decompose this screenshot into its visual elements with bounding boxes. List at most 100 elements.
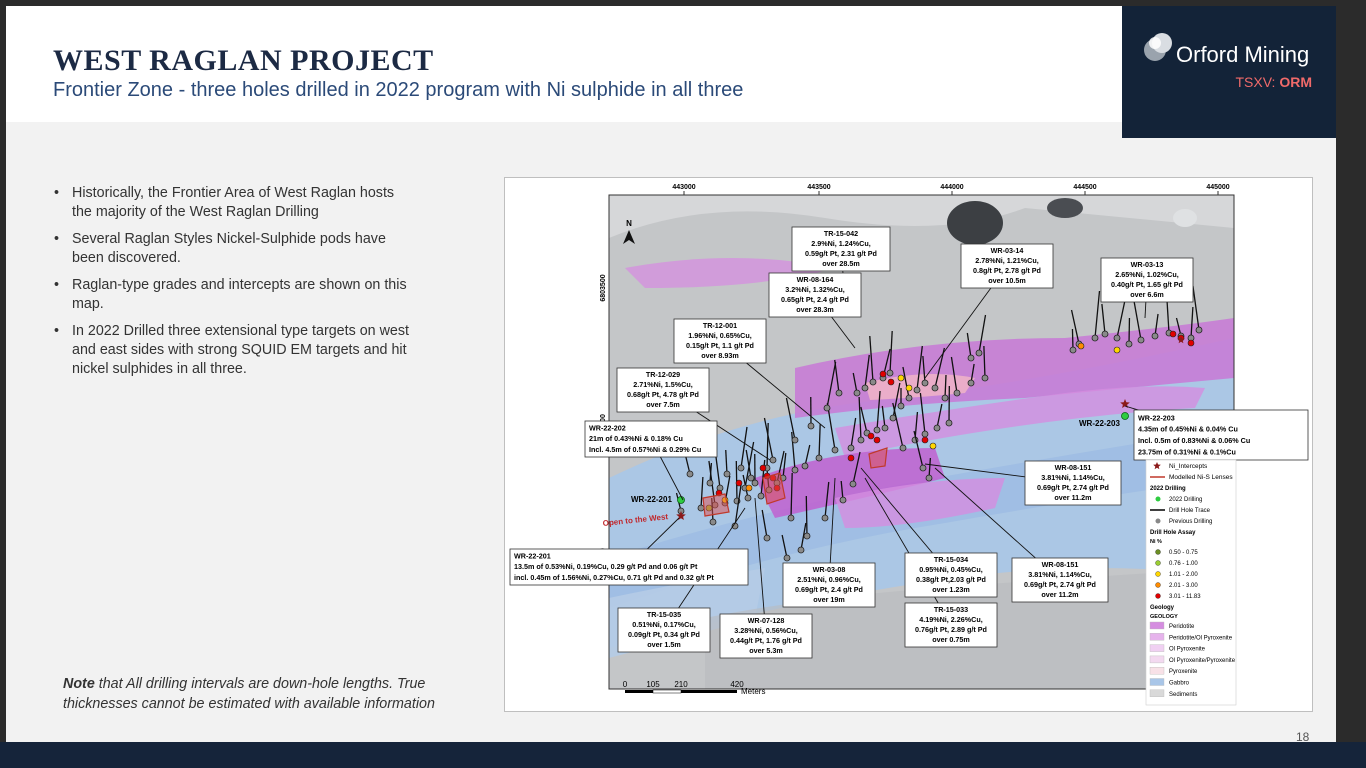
previous-drill-collar — [787, 514, 795, 522]
legend-geology-swatch — [1149, 667, 1165, 675]
legend-geology-swatch — [1149, 633, 1165, 641]
callout-text: 4.19%Ni, 2.26%Cu, — [919, 615, 983, 624]
callout-text: 0.65g/t Pt, 2.4 g/t Pd — [781, 295, 849, 304]
callout-tr15042: TR-15-0422.9%Ni, 1.24%Cu,0.59g/t Pt, 2.3… — [791, 226, 891, 272]
assay-dot — [745, 484, 753, 492]
drill-map: 443000 443500 444000 444500 445000 6803500 000… — [504, 177, 1313, 712]
legend-dot-swatch — [1155, 518, 1161, 524]
callout-tr15033: TR-15-0334.19%Ni, 2.26%Cu,0.76g/t Pt, 2.… — [904, 602, 998, 648]
callout-text: Incl. 0.5m of 0.83%Ni & 0.06% Cu — [1138, 436, 1250, 445]
scale-unit: Meters — [741, 687, 765, 696]
previous-drill-collar — [925, 474, 933, 482]
previous-drill-collar — [933, 424, 941, 432]
bullet-item: Several Raglan Styles Nickel-Sulphide po… — [52, 230, 412, 268]
callout-text: TR-15-035 — [647, 610, 681, 619]
slide: WEST RAGLAN PROJECT Frontier Zone - thre… — [6, 6, 1336, 748]
drilling-note: Note that All drilling intervals are dow… — [63, 674, 493, 714]
ticker-label: TSXV: — [1235, 74, 1280, 90]
previous-drill-collar — [831, 446, 839, 454]
callout-text: over 10.5m — [988, 276, 1026, 285]
callout-wr22203: WR-22-203 4.35m of 0.45%Ni & 0.04% Cu Incl… — [1133, 409, 1309, 461]
previous-drill-collar — [931, 384, 939, 392]
previous-drill-collar — [881, 424, 889, 432]
callout-text: 2.51%Ni, 0.96%Cu, — [797, 575, 861, 584]
previous-drill-collar — [899, 444, 907, 452]
north-label: N — [626, 219, 632, 228]
previous-drill-collar — [763, 534, 771, 542]
previous-drill-collar — [967, 354, 975, 362]
legend-geology-swatch — [1149, 621, 1165, 630]
previous-drill-collar — [757, 492, 765, 500]
callout-text: 0.95%Ni, 0.45%Cu, — [919, 565, 983, 574]
drill-2022-collar — [677, 496, 685, 504]
legend-geology-swatch — [1149, 689, 1165, 697]
callout-text: over 28.3m — [796, 305, 834, 314]
previous-drill-collar — [751, 479, 759, 487]
callout-text: TR-15-034 — [934, 555, 968, 564]
bullet-item: Raglan-type grades and intercepts are sh… — [52, 276, 412, 314]
previous-drill-collar — [1113, 334, 1121, 342]
previous-drill-collar — [981, 374, 989, 382]
assay-dot — [887, 378, 895, 386]
legend-geology-swatch — [1149, 655, 1165, 664]
callout-text: 0.8g/t Pt, 2.78 g/t Pd — [973, 266, 1041, 275]
previous-drill-collar — [861, 384, 869, 392]
legend-geology-swatch — [1149, 678, 1165, 686]
previous-drill-collar — [821, 514, 829, 522]
previous-drill-collar — [953, 389, 961, 397]
callout-wr22202: WR-22-20221m of 0.43%Ni & 0.18% Cu Incl. … — [584, 420, 718, 458]
previous-drill-collar — [1125, 340, 1133, 348]
previous-drill-collar — [847, 444, 855, 452]
legend-item-label: 1.01 - 2.00 — [1169, 572, 1198, 578]
legend-section-title: Geology — [1150, 605, 1175, 611]
callout-text: over 8.93m — [701, 351, 739, 360]
assay-dot — [847, 454, 855, 462]
callout-text: Incl. 4.5m of 0.57%Ni & 0.29% Cu — [589, 445, 701, 454]
assay-dot — [897, 374, 905, 382]
orford-logo-icon — [1144, 33, 1172, 61]
page-title: WEST RAGLAN PROJECT — [53, 44, 434, 77]
drill-hole-trace — [805, 495, 808, 537]
legend-assay-swatch — [1155, 560, 1161, 566]
x-tick-label: 445000 — [1206, 184, 1229, 191]
legend-dot-swatch — [1155, 496, 1161, 502]
company-logo: Orford Mining TSXV: ORM — [1122, 6, 1336, 138]
map-legend: Ni_Intercepts Modelled Ni-S Lenses 2022 Dr… — [1145, 459, 1237, 706]
callout-text: over 11.2m — [1054, 493, 1091, 502]
callout-text: WR-22-201 — [514, 552, 551, 561]
assay-dot — [921, 436, 929, 444]
previous-drill-collar — [1137, 336, 1145, 344]
logo-ticker: TSXV: ORM — [1236, 74, 1313, 90]
logo-name: Orford Mining — [1176, 42, 1310, 67]
previous-drill-collar — [941, 394, 949, 402]
previous-drill-collar — [823, 404, 831, 412]
previous-drill-collar — [1091, 334, 1099, 342]
legend-item-label: Sediments — [1169, 692, 1197, 698]
hole-label-wr22203: WR-22-203 — [1079, 419, 1120, 428]
drill-2022-collar — [1121, 412, 1129, 420]
assay-dot — [873, 436, 881, 444]
previous-drill-collar — [905, 394, 913, 402]
previous-drill-collar — [869, 378, 877, 386]
previous-drill-collar — [886, 369, 894, 377]
callout-text: 0.09g/t Pt, 0.34 g/t Pd — [628, 630, 700, 639]
legend-item-label: Gabbro — [1169, 681, 1190, 687]
callout-text: 2.78%Ni, 1.21%Cu, — [975, 256, 1039, 265]
hole-label-wr22201: WR-22-201 — [631, 495, 672, 504]
previous-drill-collar — [769, 456, 777, 464]
callout-text: over 6.6m — [1130, 290, 1164, 299]
legend-item-label: 0.50 - 0.75 — [1169, 550, 1198, 556]
callout-text: WR-07-128 — [748, 616, 785, 625]
previous-drill-collar — [897, 402, 905, 410]
legend-section-title: 2022 Drilling — [1150, 486, 1186, 492]
legend-assay-swatch — [1155, 549, 1161, 555]
callout-text: 0.51%Ni, 0.17%Cu, — [632, 620, 696, 629]
callout-tr12001: TR-12-0011.96%Ni, 0.65%Cu,0.15g/t Pt, 1.… — [673, 318, 767, 364]
footer-bar — [0, 742, 1366, 768]
previous-drill-collar — [975, 349, 983, 357]
previous-drill-collar — [913, 386, 921, 394]
callout-text: 3.28%Ni, 0.56%Cu, — [734, 626, 798, 635]
callout-wr08151a: WR-08-1513.81%Ni, 1.14%Cu,0.69g/t Pt, 2.… — [1024, 460, 1122, 506]
callout-text: WR-22-202 — [589, 424, 626, 433]
callout-text: 23.75m of 0.31%Ni & 0.1%Cu — [1138, 447, 1236, 456]
